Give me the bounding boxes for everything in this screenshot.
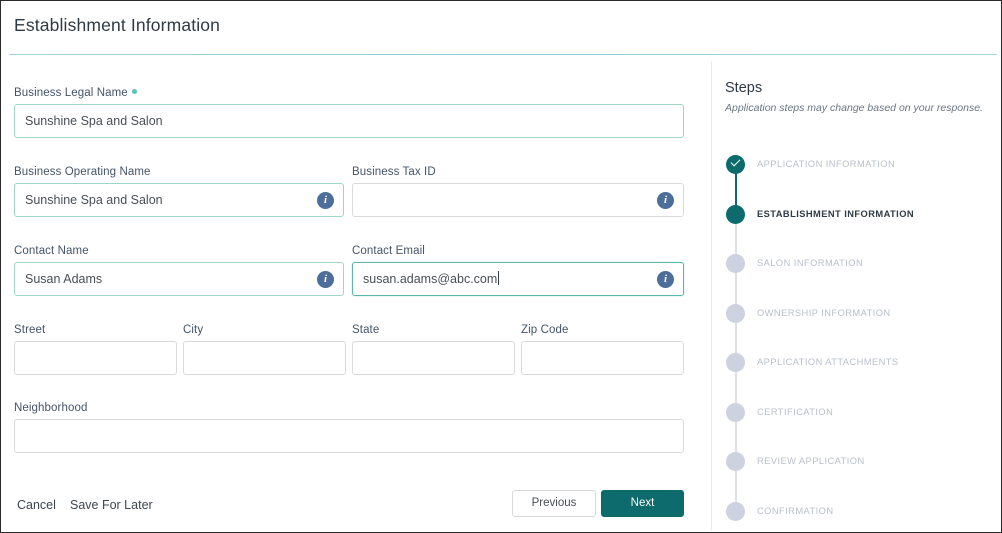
page-title: Establishment Information <box>14 15 221 35</box>
input-business-tax-id[interactable]: i <box>352 183 684 217</box>
text-cursor <box>498 271 500 285</box>
steps-panel: Steps Application steps may change based… <box>712 57 1001 532</box>
step-label: ESTABLISHMENT INFORMATION <box>757 208 915 219</box>
input-value-wrapper: susan.adams@abc.com <box>353 263 657 295</box>
step-label: SALON INFORMATION <box>757 258 864 268</box>
step-item-establishment-information[interactable]: ESTABLISHMENT INFORMATION <box>712 197 1001 263</box>
field-zip-code: Zip Code <box>521 324 684 375</box>
steps-title: Steps <box>725 80 763 96</box>
field-business-tax-id: Business Tax ID i <box>352 166 684 217</box>
step-label: APPLICATION INFORMATION <box>757 159 896 169</box>
label-business-tax-id: Business Tax ID <box>352 166 436 178</box>
step-item-application-attachments[interactable]: APPLICATION ATTACHMENTS <box>712 345 1001 412</box>
field-neighborhood: Neighborhood <box>14 402 684 453</box>
field-street: Street <box>14 324 177 375</box>
step-item-ownership-information[interactable]: OWNERSHIP INFORMATION <box>712 296 1001 362</box>
input-business-operating-name[interactable]: Sunshine Spa and Salon i <box>14 183 344 217</box>
steps-list: APPLICATION INFORMATION ESTABLISHMENT IN… <box>712 147 1001 533</box>
step-item-certification[interactable]: CERTIFICATION <box>712 395 1001 461</box>
input-zip-code[interactable] <box>521 341 684 375</box>
label-contact-email: Contact Email <box>352 245 425 257</box>
page-header: Establishment Information <box>1 1 1001 53</box>
step-label: APPLICATION ATTACHMENTS <box>757 357 899 367</box>
header-divider <box>9 54 997 55</box>
input-city[interactable] <box>183 341 346 375</box>
label-neighborhood: Neighborhood <box>14 402 88 414</box>
step-marker-upcoming-icon <box>726 501 745 521</box>
info-icon[interactable]: i <box>657 270 674 288</box>
field-business-operating-name: Business Operating Name Sunshine Spa and… <box>14 166 344 217</box>
step-label: OWNERSHIP INFORMATION <box>757 307 891 318</box>
step-label: REVIEW APPLICATION <box>757 456 865 466</box>
step-marker-upcoming-icon <box>726 452 745 471</box>
label-business-legal-name: Business Legal Name <box>14 87 684 99</box>
establishment-information-form: Business Legal Name Sunshine Spa and Sal… <box>1 57 711 532</box>
step-marker-upcoming-icon <box>726 254 745 273</box>
input-contact-email[interactable]: susan.adams@abc.com i <box>352 262 684 296</box>
step-label: CONFIRMATION <box>757 505 834 516</box>
input-street[interactable] <box>14 341 177 375</box>
step-item-salon-information[interactable]: SALON INFORMATION <box>712 246 1001 313</box>
label-street: Street <box>14 324 46 336</box>
input-business-legal-name[interactable]: Sunshine Spa and Salon <box>14 104 684 138</box>
content-area: Business Legal Name Sunshine Spa and Sal… <box>1 57 1001 532</box>
step-marker-current-icon <box>726 204 745 224</box>
info-icon[interactable]: i <box>657 191 674 209</box>
step-item-review-application[interactable]: REVIEW APPLICATION <box>712 444 1001 511</box>
save-for-later-link[interactable]: Save For Later <box>70 498 153 512</box>
application-window: Establishment Information Business Legal… <box>0 0 1002 533</box>
label-contact-name: Contact Name <box>14 245 89 257</box>
previous-button[interactable]: Previous <box>512 490 596 517</box>
input-value: Sunshine Spa and Salon <box>25 193 163 207</box>
input-state[interactable] <box>352 341 515 375</box>
step-marker-upcoming-icon <box>726 303 745 323</box>
field-contact-name: Contact Name Susan Adams i <box>14 245 344 296</box>
cancel-link[interactable]: Cancel <box>17 498 56 512</box>
info-icon[interactable]: i <box>317 270 334 288</box>
step-item-confirmation[interactable]: CONFIRMATION <box>712 494 1001 533</box>
step-marker-upcoming-icon <box>726 402 745 422</box>
input-value: susan.adams@abc.com <box>363 272 498 286</box>
required-indicator-icon <box>131 89 137 95</box>
label-zip-code: Zip Code <box>521 324 569 336</box>
step-marker-upcoming-icon <box>726 353 745 372</box>
step-label: CERTIFICATION <box>757 406 834 417</box>
label-city: City <box>183 324 204 336</box>
form-footer: Cancel Save For Later Previous Next <box>1 482 711 532</box>
input-value: Sunshine Spa and Salon <box>25 114 163 128</box>
field-state: State <box>352 324 515 375</box>
input-value: Susan Adams <box>25 272 103 286</box>
step-marker-completed-icon <box>726 155 745 174</box>
label-text: Business Legal Name <box>14 87 128 99</box>
check-icon <box>730 156 740 167</box>
field-city: City <box>183 324 346 375</box>
label-state: State <box>352 324 380 336</box>
steps-subtitle: Application steps may change based on yo… <box>725 102 983 114</box>
label-business-operating-name: Business Operating Name <box>14 166 151 178</box>
info-icon[interactable]: i <box>317 191 334 209</box>
field-business-legal-name: Business Legal Name Sunshine Spa and Sal… <box>14 87 684 138</box>
input-contact-name[interactable]: Susan Adams i <box>14 262 344 296</box>
field-contact-email: Contact Email susan.adams@abc.com i <box>352 245 684 296</box>
input-neighborhood[interactable] <box>14 419 684 453</box>
next-button[interactable]: Next <box>601 490 684 517</box>
step-item-application-information[interactable]: APPLICATION INFORMATION <box>712 147 1001 214</box>
